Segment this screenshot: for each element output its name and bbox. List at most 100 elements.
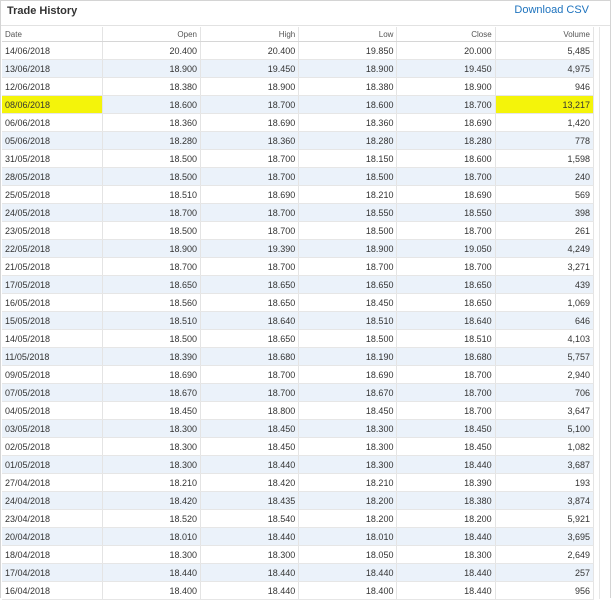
- cell-close: 18.650: [396, 293, 496, 312]
- column-header-close[interactable]: Close: [396, 27, 496, 42]
- cell-close: 18.700: [396, 365, 496, 384]
- table-row: 28/05/2018 18.500 18.700 18.500 18.700 240: [2, 167, 595, 186]
- cell-high: 18.650: [200, 275, 300, 294]
- cell-open: 18.560: [102, 293, 201, 312]
- table-row: 09/05/2018 18.690 18.700 18.690 18.700 2,940: [2, 365, 595, 384]
- cell-open: 20.400: [102, 41, 201, 60]
- cell-open: 18.420: [102, 491, 201, 510]
- cell-low: 18.210: [298, 185, 398, 204]
- cell-close: 18.450: [396, 419, 496, 438]
- cell-open: 18.010: [102, 527, 201, 546]
- cell-open: 18.700: [102, 257, 201, 276]
- cell-open: 18.280: [102, 131, 201, 150]
- table-row: 15/05/2018 18.510 18.640 18.510 18.640 646: [2, 311, 595, 330]
- cell-low: 18.900: [298, 239, 398, 258]
- cell-close: 18.640: [396, 311, 496, 330]
- cell-low: 18.440: [298, 563, 398, 582]
- cell-high: 18.650: [200, 293, 300, 312]
- cell-high: 18.440: [200, 527, 300, 546]
- cell-date: 28/05/2018: [2, 167, 103, 186]
- cell-high: 18.700: [200, 365, 300, 384]
- cell-volume: 4,249: [495, 239, 595, 258]
- cell-open: 18.650: [102, 275, 201, 294]
- cell-low: 18.150: [298, 149, 398, 168]
- cell-volume: 5,921: [495, 509, 595, 528]
- cell-open: 18.510: [102, 185, 201, 204]
- cell-high: 18.440: [200, 581, 300, 600]
- cell-date: 17/05/2018: [2, 275, 103, 294]
- cell-high: 18.360: [200, 131, 300, 150]
- cell-high: 18.700: [200, 95, 300, 114]
- vertical-scrollbar-track[interactable]: [599, 27, 610, 599]
- cell-date: 14/06/2018: [2, 41, 103, 60]
- cell-close: 18.690: [396, 113, 496, 132]
- cell-low: 18.550: [298, 203, 398, 222]
- cell-open: 18.360: [102, 113, 201, 132]
- table-row: 01/05/2018 18.300 18.440 18.300 18.440 3,687: [2, 455, 595, 474]
- cell-open: 18.500: [102, 167, 201, 186]
- cell-date: 07/05/2018: [2, 383, 103, 402]
- cell-low: 18.500: [298, 167, 398, 186]
- cell-high: 18.540: [200, 509, 300, 528]
- cell-volume: 13,217: [495, 95, 595, 114]
- cell-volume: 956: [495, 581, 595, 600]
- cell-close: 18.600: [396, 149, 496, 168]
- table-row: 12/06/2018 18.380 18.900 18.380 18.900 946: [2, 77, 595, 96]
- cell-high: 18.700: [200, 383, 300, 402]
- column-header-volume[interactable]: Volume: [495, 27, 595, 42]
- cell-high: 20.400: [200, 41, 300, 60]
- table-header-row: Date Open High Low Close Volume: [2, 27, 595, 42]
- cell-close: 18.440: [396, 581, 496, 600]
- cell-close: 18.280: [396, 131, 496, 150]
- cell-close: 18.700: [396, 95, 496, 114]
- cell-date: 25/05/2018: [2, 185, 103, 204]
- cell-close: 18.680: [396, 347, 496, 366]
- cell-volume: 439: [495, 275, 595, 294]
- table-row: 11/05/2018 18.390 18.680 18.190 18.680 5,757: [2, 347, 595, 366]
- cell-date: 14/05/2018: [2, 329, 103, 348]
- cell-low: 18.200: [298, 509, 398, 528]
- cell-close: 18.440: [396, 455, 496, 474]
- table-row: 07/05/2018 18.670 18.700 18.670 18.700 706: [2, 383, 595, 402]
- cell-close: 18.300: [396, 545, 496, 564]
- cell-low: 18.690: [298, 365, 398, 384]
- cell-open: 18.900: [102, 239, 201, 258]
- cell-high: 18.800: [200, 401, 300, 420]
- cell-open: 18.600: [102, 95, 201, 114]
- cell-low: 18.900: [298, 59, 398, 78]
- column-header-open[interactable]: Open: [102, 27, 201, 42]
- cell-high: 18.690: [200, 185, 300, 204]
- table-row: 23/05/2018 18.500 18.700 18.500 18.700 261: [2, 221, 595, 240]
- cell-volume: 5,757: [495, 347, 595, 366]
- panel-title: Trade History: [7, 5, 78, 17]
- table-row: 21/05/2018 18.700 18.700 18.700 18.700 3,271: [2, 257, 595, 276]
- cell-volume: 398: [495, 203, 595, 222]
- cell-open: 18.380: [102, 77, 201, 96]
- cell-low: 18.280: [298, 131, 398, 150]
- cell-open: 18.400: [102, 581, 201, 600]
- cell-close: 18.440: [396, 527, 496, 546]
- trade-history-panel: Trade History Download CSV Date Open Hig…: [0, 0, 611, 600]
- cell-close: 18.700: [396, 221, 496, 240]
- cell-open: 18.210: [102, 473, 201, 492]
- cell-high: 18.450: [200, 419, 300, 438]
- table-row: 08/06/2018 18.600 18.700 18.600 18.700 13,217: [2, 95, 595, 114]
- column-header-date[interactable]: Date: [2, 27, 103, 42]
- cell-low: 18.050: [298, 545, 398, 564]
- cell-date: 13/06/2018: [2, 59, 103, 78]
- cell-open: 18.500: [102, 149, 201, 168]
- table-row: 06/06/2018 18.360 18.690 18.360 18.690 1,420: [2, 113, 595, 132]
- cell-low: 18.200: [298, 491, 398, 510]
- cell-low: 18.650: [298, 275, 398, 294]
- table-row: 14/05/2018 18.500 18.650 18.500 18.510 4,103: [2, 329, 595, 348]
- column-header-high[interactable]: High: [200, 27, 300, 42]
- table-row: 04/05/2018 18.450 18.800 18.450 18.700 3,647: [2, 401, 595, 420]
- column-header-low[interactable]: Low: [298, 27, 398, 42]
- cell-volume: 3,695: [495, 527, 595, 546]
- cell-close: 18.380: [396, 491, 496, 510]
- cell-volume: 4,975: [495, 59, 595, 78]
- table-row: 16/04/2018 18.400 18.440 18.400 18.440 956: [2, 581, 595, 600]
- cell-high: 18.700: [200, 203, 300, 222]
- table-row: 23/04/2018 18.520 18.540 18.200 18.200 5,921: [2, 509, 595, 528]
- download-csv-link[interactable]: Download CSV: [514, 4, 589, 16]
